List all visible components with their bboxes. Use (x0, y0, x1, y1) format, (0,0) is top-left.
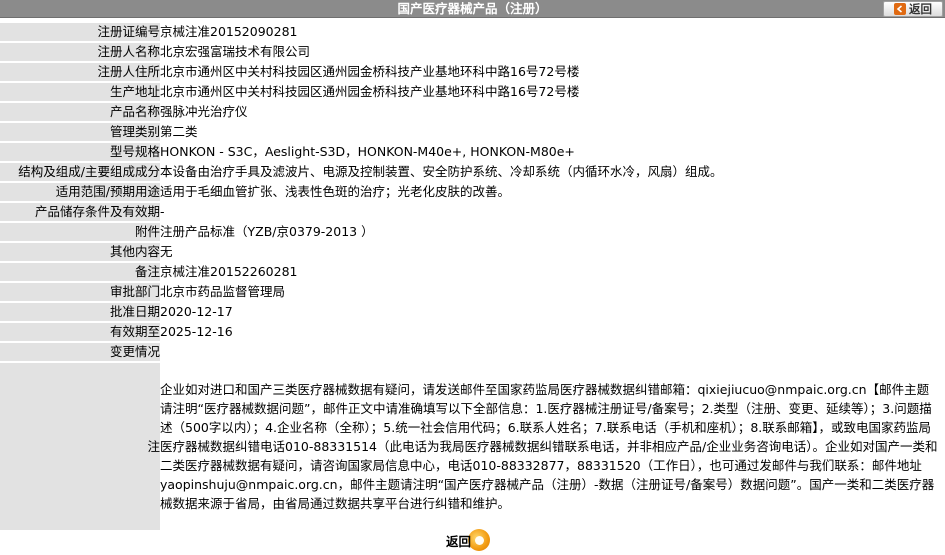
field-label: 型号规格 (0, 143, 160, 161)
field-label: 注册证编号 (0, 23, 160, 41)
table-row: 适用范围/预期用途 适用于毛细血管扩张、浅表性色斑的治疗；光老化皮肤的改善。 (0, 183, 945, 201)
field-label: 生产地址 (0, 83, 160, 101)
field-label: 附件 (0, 223, 160, 241)
table-row: 其他内容无 (0, 243, 945, 261)
field-label: 管理类别 (0, 123, 160, 141)
field-value: HONKON - S3C，Aeslight-S3D，HONKON-M40e+, … (160, 143, 945, 161)
detail-table: 注册证编号 京械注准20152090281 注册人名称 北京宏强富瑞技术有限公司 注… (0, 21, 945, 532)
table-row: 型号规格 HONKON - S3C，Aeslight-S3D，HONKON-M40… (0, 143, 945, 161)
field-label: 有效期至 (0, 323, 160, 341)
field-label: 适用范围/预期用途 (0, 183, 160, 201)
field-value: 北京市通州区中关村科技园区通州园金桥科技产业基地环科中路16号72号楼 (160, 83, 945, 101)
field-label: 批准日期 (0, 303, 160, 321)
field-value: 第二类 (160, 123, 945, 141)
back-button-bottom[interactable]: 返回 (446, 527, 496, 553)
table-row: 结构及组成/主要组成成分 本设备由治疗手具及滤波片、电源及控制装置、安全防护系统、… (0, 163, 945, 181)
table-row: 批准日期 2020-12-17 (0, 303, 945, 321)
back-button-label: 返回 (909, 2, 932, 16)
table-row: 生产地址 北京市通州区中关村科技园区通州园金桥科技产业基地环科中路16号72号楼 (0, 83, 945, 101)
field-label: 注册人名称 (0, 43, 160, 61)
field-value (160, 343, 945, 361)
field-value: 2020-12-17 (160, 303, 945, 321)
table-row: 管理类别 第二类 (0, 123, 945, 141)
title-bar: 国产医疗器械产品（注册） 返回 (0, 0, 945, 18)
table-row: 有效期至 2025-12-16 (0, 323, 945, 341)
back-arrow-icon (894, 3, 906, 15)
field-label: 备注 (0, 263, 160, 281)
field-value: 注册产品标准（YZB/京0379-2013 ） (160, 223, 945, 241)
note-label: 注 (0, 363, 160, 530)
field-label: 审批部门 (0, 283, 160, 301)
field-value: 适用于毛细血管扩张、浅表性色斑的治疗；光老化皮肤的改善。 (160, 183, 945, 201)
field-label: 变更情况 (0, 343, 160, 361)
field-value: 北京市药品监督管理局 (160, 283, 945, 301)
field-value: 本设备由治疗手具及滤波片、电源及控制装置、安全防护系统、冷却系统（内循环水冷，风… (160, 163, 945, 181)
back-circle-icon (468, 529, 491, 551)
field-label: 注册人住所 (0, 63, 160, 81)
field-value: 北京市通州区中关村科技园区通州园金桥科技产业基地环科中路16号72号楼 (160, 63, 945, 81)
field-value: 北京宏强富瑞技术有限公司 (160, 43, 945, 61)
field-value: 京械注准20152090281 (160, 23, 945, 41)
field-value: 无 (160, 243, 945, 261)
field-label: 结构及组成/主要组成成分 (0, 163, 160, 181)
table-row: 注册人住所 北京市通州区中关村科技园区通州园金桥科技产业基地环科中路16号72号楼 (0, 63, 945, 81)
table-row: 备注 京械注准20152260281 (0, 263, 945, 281)
field-value: 2025-12-16 (160, 323, 945, 341)
table-row: 注册人名称 北京宏强富瑞技术有限公司 (0, 43, 945, 61)
note-row: 注 企业如对进口和国产三类医疗器械数据有疑问，请发送邮件至国家药监局医疗器械数据… (0, 363, 945, 530)
field-label: 产品储存条件及有效期 (0, 203, 160, 221)
table-row: 附件 注册产品标准（YZB/京0379-2013 ） (0, 223, 945, 241)
back-button-top[interactable]: 返回 (883, 1, 943, 17)
field-label: 其他内容 (0, 243, 160, 261)
page-title: 国产医疗器械产品（注册） (397, 1, 548, 16)
back-button-bottom-label: 返回 (446, 533, 472, 549)
field-value: 强脉冲光治疗仪 (160, 103, 945, 121)
field-label: 产品名称 (0, 103, 160, 121)
table-row: 变更情况 (0, 343, 945, 361)
note-text: 企业如对进口和国产三类医疗器械数据有疑问，请发送邮件至国家药监局医疗器械数据纠错… (160, 363, 945, 530)
table-row: 产品储存条件及有效期 - (0, 203, 945, 221)
table-row: 审批部门 北京市药品监督管理局 (0, 283, 945, 301)
table-row: 产品名称 强脉冲光治疗仪 (0, 103, 945, 121)
field-value: 京械注准20152260281 (160, 263, 945, 281)
table-row: 注册证编号 京械注准20152090281 (0, 23, 945, 41)
field-value: - (160, 203, 945, 221)
